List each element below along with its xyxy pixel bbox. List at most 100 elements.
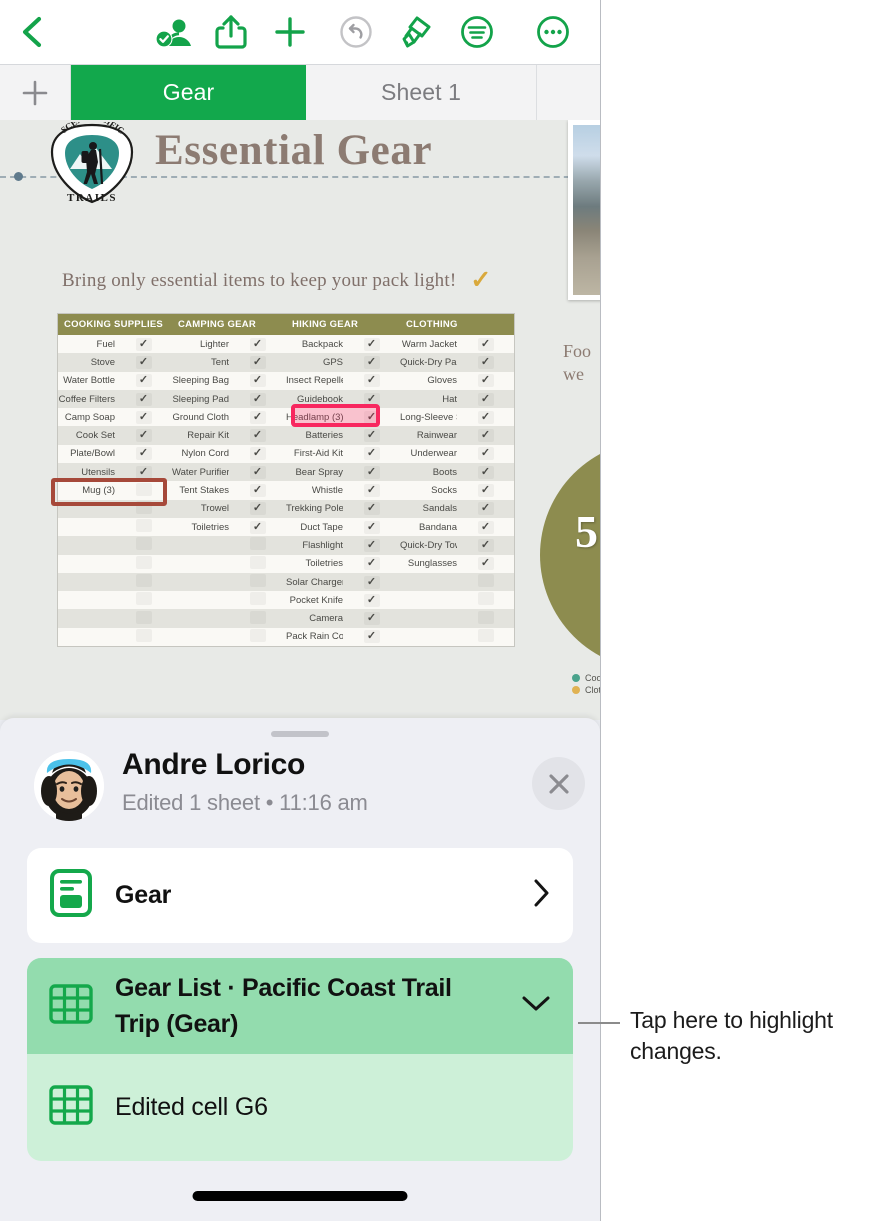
table-cell-label[interactable]: Sandals [400, 499, 457, 518]
table-cell-label[interactable]: Stove [58, 353, 115, 372]
table-cell-checkbox[interactable]: ✓ [229, 408, 286, 427]
table-cell-checkbox[interactable]: ✓ [229, 389, 286, 409]
table-cell-label[interactable] [58, 499, 115, 518]
table-cell-checkbox[interactable] [115, 536, 172, 555]
table-cell-checkbox[interactable] [457, 572, 514, 592]
layout-guide-handle[interactable] [14, 172, 23, 181]
col-header-clothing[interactable]: CLOTHING [400, 314, 514, 335]
table-cell-checkbox[interactable]: ✓ [457, 353, 514, 372]
change-group-header[interactable]: Gear List · Pacific Coast Trail Trip (Ge… [27, 958, 573, 1054]
table-cell-checkbox[interactable]: ✓ [457, 536, 514, 555]
table-cell-checkbox[interactable] [115, 591, 172, 610]
table-cell-checkbox[interactable]: ✓ [343, 499, 400, 518]
table-cell-label[interactable]: Boots [400, 463, 457, 482]
table-cell-label[interactable] [58, 517, 115, 537]
format-brush-icon[interactable] [392, 0, 438, 64]
table-cell-checkbox[interactable]: ✓ [115, 408, 172, 427]
table-cell-checkbox[interactable]: ✓ [343, 572, 400, 592]
table-cell-label[interactable]: Warm Jacket [400, 335, 457, 354]
table-cell-label[interactable] [400, 572, 457, 592]
table-cell-label[interactable] [58, 591, 115, 610]
table-cell-label[interactable]: Bandana [400, 517, 457, 537]
table-cell-label[interactable]: Repair Kit [172, 426, 229, 445]
table-cell-label[interactable]: Utensils [58, 463, 115, 482]
table-cell-checkbox[interactable]: ✓ [343, 371, 400, 390]
table-row[interactable]: Mug (3) Tent Stakes ✓ Whistle ✓ Socks ✓ [58, 481, 514, 500]
col-header-cooking[interactable]: COOKING SUPPLIES [58, 314, 172, 335]
table-cell-label[interactable]: Rainwear [400, 426, 457, 445]
table-row[interactable]: Trowel ✓ Trekking Poles ✓ Sandals ✓ [58, 499, 514, 518]
table-cell-checkbox[interactable] [115, 572, 172, 592]
table-row[interactable]: Camp Soap ✓ Ground Cloth ✓ Headlamp (3) ✓ Long… [58, 408, 514, 427]
table-cell-checkbox[interactable]: ✓ [457, 481, 514, 500]
table-row[interactable]: Pack Rain Cover ✓ [58, 627, 514, 647]
table-cell-label[interactable]: Trowel [172, 499, 229, 518]
table-cell-label[interactable]: Batteries [286, 426, 343, 445]
table-cell-label[interactable]: Sleeping Bag [172, 371, 229, 390]
table-row[interactable]: Stove ✓ Tent ✓ GPS ✓ Quick-Dry Pants ✓ [58, 353, 514, 372]
table-cell-checkbox[interactable]: ✓ [343, 335, 400, 354]
table-cell-checkbox[interactable] [457, 591, 514, 610]
table-cell-checkbox[interactable]: ✓ [343, 444, 400, 464]
table-cell-checkbox[interactable]: ✓ [457, 444, 514, 464]
table-cell-label[interactable] [400, 591, 457, 610]
table-cell-checkbox[interactable] [457, 609, 514, 628]
share-icon[interactable] [208, 0, 254, 64]
table-cell-checkbox[interactable] [115, 609, 172, 628]
table-row[interactable]: Fuel ✓ Lighter ✓ Backpack ✓ Warm Jacket ✓ [58, 335, 514, 354]
table-cell-label[interactable]: Trekking Poles [286, 499, 343, 518]
table-cell-checkbox[interactable]: ✓ [229, 426, 286, 445]
table-cell-label[interactable]: Tent [172, 353, 229, 372]
table-cell-label[interactable]: First-Aid Kit [286, 444, 343, 464]
table-cell-label[interactable]: Pack Rain Cover [286, 627, 343, 647]
table-cell-label[interactable]: Headlamp (3) [286, 408, 343, 427]
table-cell-label[interactable]: Solar Charger [286, 572, 343, 592]
table-cell-label[interactable]: Tent Stakes [172, 481, 229, 500]
table-cell-checkbox[interactable] [229, 536, 286, 555]
table-cell-label[interactable]: Camp Soap [58, 408, 115, 427]
table-cell-checkbox[interactable] [115, 499, 172, 518]
table-cell-checkbox[interactable]: ✓ [343, 609, 400, 628]
table-cell-label[interactable] [172, 609, 229, 628]
table-cell-checkbox[interactable] [115, 627, 172, 647]
undo-icon[interactable] [334, 0, 378, 64]
table-cell-checkbox[interactable]: ✓ [457, 426, 514, 445]
table-cell-label[interactable]: Whistle [286, 481, 343, 500]
table-row[interactable]: Camera ✓ [58, 609, 514, 628]
table-cell-label[interactable] [172, 572, 229, 592]
table-cell-checkbox[interactable]: ✓ [115, 463, 172, 482]
table-cell-checkbox[interactable]: ✓ [343, 517, 400, 537]
insert-icon[interactable] [268, 0, 312, 64]
table-cell-label[interactable]: Coffee Filters [58, 389, 115, 409]
document-options-icon[interactable] [454, 0, 500, 64]
table-cell-label[interactable] [58, 554, 115, 573]
col-header-hiking[interactable]: HIKING GEAR [286, 314, 400, 335]
sheet-card-gear[interactable]: Gear [27, 848, 573, 943]
collaborate-icon[interactable] [150, 0, 198, 64]
table-cell-label[interactable]: Sunglasses [400, 554, 457, 573]
table-cell-checkbox[interactable]: ✓ [229, 481, 286, 500]
table-cell-label[interactable]: Long-Sleeve Shirts [400, 408, 457, 427]
table-cell-label[interactable] [58, 536, 115, 555]
table-cell-checkbox[interactable]: ✓ [343, 389, 400, 409]
avatar[interactable] [34, 751, 104, 821]
col-header-camping[interactable]: CAMPING GEAR [172, 314, 286, 335]
table-cell-checkbox[interactable]: ✓ [343, 353, 400, 372]
table-cell-label[interactable]: Guidebook [286, 389, 343, 409]
table-row[interactable]: Solar Charger ✓ [58, 572, 514, 592]
table-cell-label[interactable]: Insect Repellent [286, 371, 343, 390]
table-cell-label[interactable]: Lighter [172, 335, 229, 354]
table-cell-label[interactable] [172, 536, 229, 555]
table-cell-checkbox[interactable]: ✓ [343, 536, 400, 555]
table-cell-checkbox[interactable]: ✓ [343, 408, 400, 427]
table-cell-label[interactable]: Plate/Bowl [58, 444, 115, 464]
table-cell-label[interactable]: Underwear [400, 444, 457, 464]
table-cell-checkbox[interactable] [229, 554, 286, 573]
table-row[interactable]: Toiletries ✓ Sunglasses ✓ [58, 554, 514, 573]
table-cell-label[interactable] [58, 572, 115, 592]
add-sheet-button[interactable] [0, 65, 71, 120]
trail-photo[interactable] [568, 120, 600, 300]
table-cell-checkbox[interactable]: ✓ [229, 371, 286, 390]
table-cell-label[interactable] [58, 627, 115, 647]
table-cell-checkbox[interactable]: ✓ [457, 554, 514, 573]
